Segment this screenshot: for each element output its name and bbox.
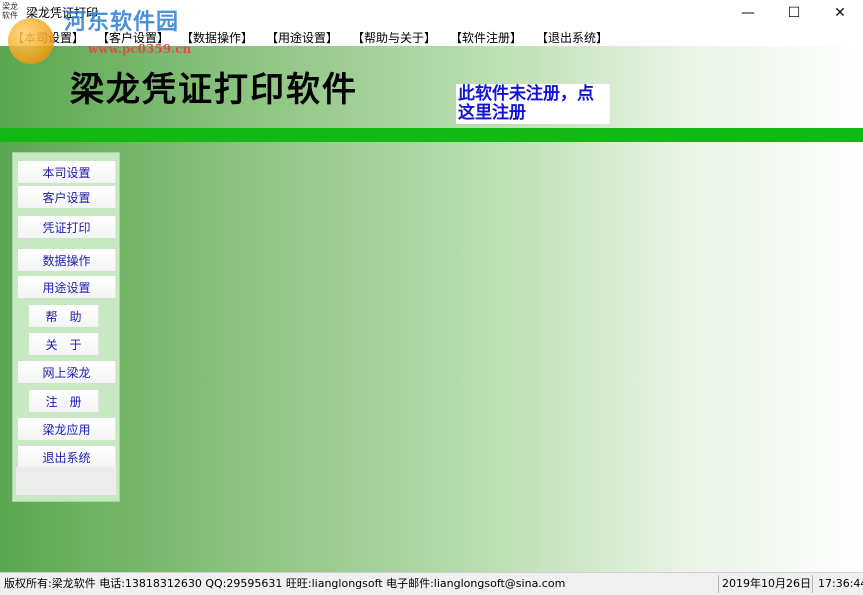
- sidebar-item-register[interactable]: 注 册: [29, 390, 99, 412]
- menu-customer-settings[interactable]: 【客户设置】: [97, 29, 169, 46]
- menu-purpose-settings[interactable]: 【用途设置】: [266, 29, 338, 46]
- menu-data-operations[interactable]: 【数据操作】: [181, 29, 253, 46]
- register-notice-link[interactable]: 此软件未注册，点这里注册: [456, 84, 610, 124]
- sidebar-item-company-settings[interactable]: 本司设置: [18, 161, 116, 183]
- close-button[interactable]: ✕: [817, 0, 863, 26]
- menu-bar: 【本司设置】 【客户设置】 【数据操作】 【用途设置】 【帮助与关于】 【软件注…: [0, 26, 863, 46]
- sidebar-item-online[interactable]: 网上梁龙: [18, 361, 116, 383]
- status-time: 17:36:44: [818, 577, 863, 590]
- menu-help-about[interactable]: 【帮助与关于】: [352, 29, 436, 46]
- menu-company-settings[interactable]: 【本司设置】: [12, 29, 84, 46]
- minimize-button[interactable]: —: [725, 0, 771, 26]
- menu-exit-system[interactable]: 【退出系统】: [536, 29, 608, 46]
- sidebar-item-help[interactable]: 帮 助: [29, 305, 99, 327]
- maximize-button[interactable]: ☐: [771, 0, 817, 26]
- sidebar-item-about[interactable]: 关 于: [29, 333, 99, 355]
- menu-software-register[interactable]: 【软件注册】: [450, 29, 522, 46]
- sidebar: 本司设置 客户设置 凭证打印 数据操作 用途设置 帮 助 关 于 网上梁龙 注 …: [12, 152, 120, 502]
- sidebar-item-apps[interactable]: 梁龙应用: [18, 418, 116, 440]
- status-date: 2019年10月26日: [722, 577, 811, 590]
- status-bar: 版权所有:梁龙软件 电话:13818312630 QQ:29595631 旺旺:…: [0, 572, 863, 595]
- status-separator: [812, 575, 813, 593]
- app-icon: 梁龙软件: [2, 2, 18, 20]
- window-controls: — ☐ ✕: [725, 0, 863, 26]
- title-bar: 梁龙软件 梁龙凭证打印 — ☐ ✕: [0, 0, 863, 26]
- status-copyright: 版权所有:梁龙软件 电话:13818312630 QQ:29595631 旺旺:…: [4, 577, 566, 590]
- sidebar-blank-panel: [16, 467, 116, 495]
- sidebar-item-purpose-settings[interactable]: 用途设置: [18, 276, 116, 298]
- sidebar-item-voucher-print[interactable]: 凭证打印: [18, 216, 116, 238]
- sidebar-item-exit[interactable]: 退出系统: [18, 446, 116, 468]
- status-separator: [718, 575, 719, 593]
- sidebar-item-customer-settings[interactable]: 客户设置: [18, 186, 116, 208]
- page-title: 梁龙凭证打印软件: [70, 70, 358, 110]
- main-area: 梁龙凭证打印软件 此软件未注册，点这里注册 本司设置 客户设置 凭证打印 数据操…: [0, 46, 863, 572]
- divider-bar: [0, 128, 863, 142]
- sidebar-item-data-operations[interactable]: 数据操作: [18, 249, 116, 271]
- window-title: 梁龙凭证打印: [26, 6, 99, 20]
